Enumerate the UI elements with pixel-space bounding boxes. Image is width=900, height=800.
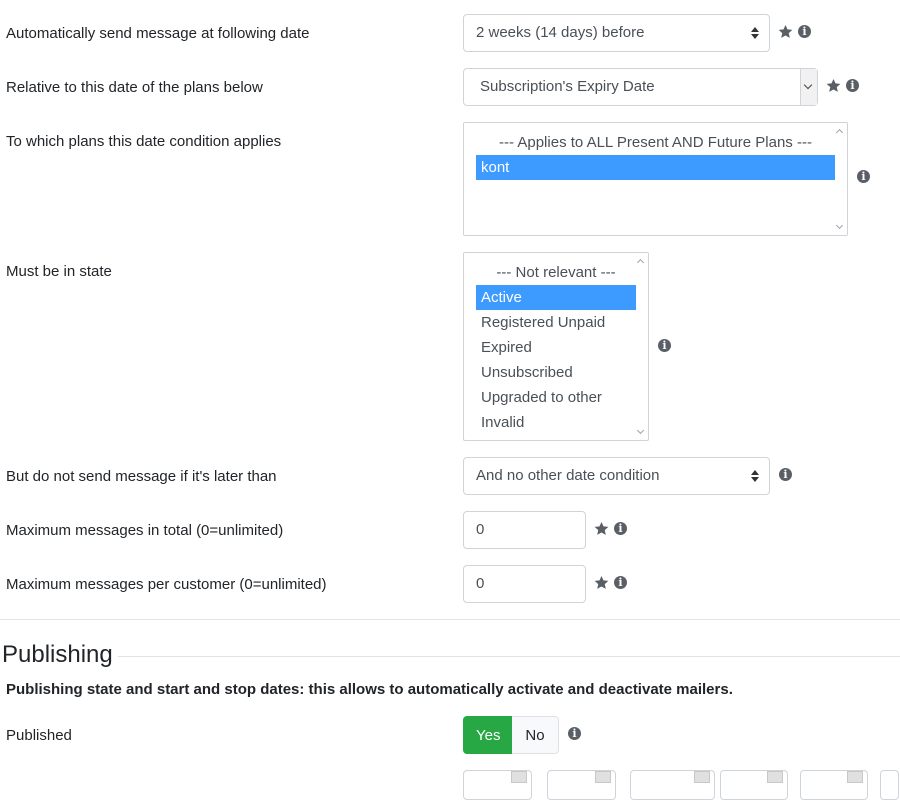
max-per-customer-label: Maximum messages per customer (0=unlimit…	[6, 576, 327, 593]
relative-date-select[interactable]: Subscription's Expiry Date	[463, 68, 818, 106]
published-label: Published	[6, 727, 72, 744]
state-listbox[interactable]: --- Not relevant --- Active Registered U…	[463, 252, 649, 441]
later-than-value: And no other date condition	[476, 467, 660, 484]
relative-date-value: Subscription's Expiry Date	[480, 78, 655, 95]
star-icon	[594, 575, 609, 589]
scroll-down-icon[interactable]	[836, 224, 844, 230]
start-date-year-select[interactable]	[630, 770, 715, 800]
state-option[interactable]: Unsubscribed	[476, 360, 636, 385]
start-date-month-select[interactable]	[547, 770, 616, 800]
max-total-label: Maximum messages in total (0=unlimited)	[6, 522, 284, 539]
spinner-icon	[694, 771, 710, 783]
scroll-down-icon[interactable]	[637, 429, 645, 435]
start-date-minute-select[interactable]	[800, 770, 868, 800]
send-date-select[interactable]: 2 weeks (14 days) before	[463, 14, 770, 52]
plans-option-all[interactable]: --- Applies to ALL Present AND Future Pl…	[476, 130, 835, 155]
state-option[interactable]: --- Not relevant ---	[476, 260, 636, 285]
max-total-input[interactable]: 0	[463, 511, 586, 549]
star-icon	[594, 521, 609, 535]
select-caret-icon	[751, 470, 759, 482]
start-date-extra-select[interactable]	[880, 770, 899, 800]
info-icon[interactable]: i	[779, 468, 792, 481]
later-than-label: But do not send message if it's later th…	[6, 468, 277, 485]
publishing-description: Publishing state and start and stop date…	[6, 681, 733, 698]
info-icon[interactable]: i	[568, 727, 581, 740]
spinner-icon	[767, 771, 783, 783]
info-icon[interactable]: i	[798, 25, 811, 38]
state-option[interactable]: Registered Unpaid	[476, 310, 636, 335]
start-date-day-select[interactable]	[463, 770, 532, 800]
star-icon	[778, 24, 793, 38]
state-option[interactable]: Invalid	[476, 410, 636, 435]
plans-listbox[interactable]: --- Applies to ALL Present AND Future Pl…	[463, 122, 848, 236]
dropdown-arrow-icon[interactable]	[800, 69, 817, 105]
section-divider	[0, 619, 900, 620]
spinner-icon	[847, 771, 863, 783]
select-caret-icon	[751, 27, 759, 39]
star-icon	[826, 78, 841, 92]
max-per-customer-input[interactable]: 0	[463, 565, 586, 603]
info-icon[interactable]: i	[614, 522, 627, 535]
start-date-hour-select[interactable]	[720, 770, 788, 800]
info-icon[interactable]: i	[658, 339, 671, 352]
state-label: Must be in state	[6, 263, 112, 280]
info-icon[interactable]: i	[846, 79, 859, 92]
published-yes-button[interactable]: Yes	[463, 716, 512, 754]
info-icon[interactable]: i	[614, 576, 627, 589]
published-no-button[interactable]: No	[512, 716, 559, 754]
state-option[interactable]: Upgraded to other	[476, 385, 636, 410]
send-date-value: 2 weeks (14 days) before	[476, 24, 645, 41]
plans-label: To which plans this date condition appli…	[6, 133, 282, 150]
scroll-up-icon[interactable]	[637, 258, 645, 264]
scroll-up-icon[interactable]	[836, 128, 844, 134]
send-date-label: Automatically send message at following …	[6, 25, 310, 42]
legend-line	[118, 656, 900, 657]
info-icon[interactable]: i	[857, 170, 870, 183]
state-option[interactable]: Expired	[476, 335, 636, 360]
spinner-icon	[595, 771, 611, 783]
later-than-select[interactable]: And no other date condition	[463, 457, 770, 495]
state-option[interactable]: Active	[476, 285, 636, 310]
published-toggle: Yes No	[463, 716, 559, 754]
publishing-legend: Publishing	[2, 641, 113, 668]
plans-option-kont[interactable]: kont	[476, 155, 835, 180]
relative-date-label: Relative to this date of the plans below	[6, 79, 263, 96]
spinner-icon	[511, 771, 527, 783]
